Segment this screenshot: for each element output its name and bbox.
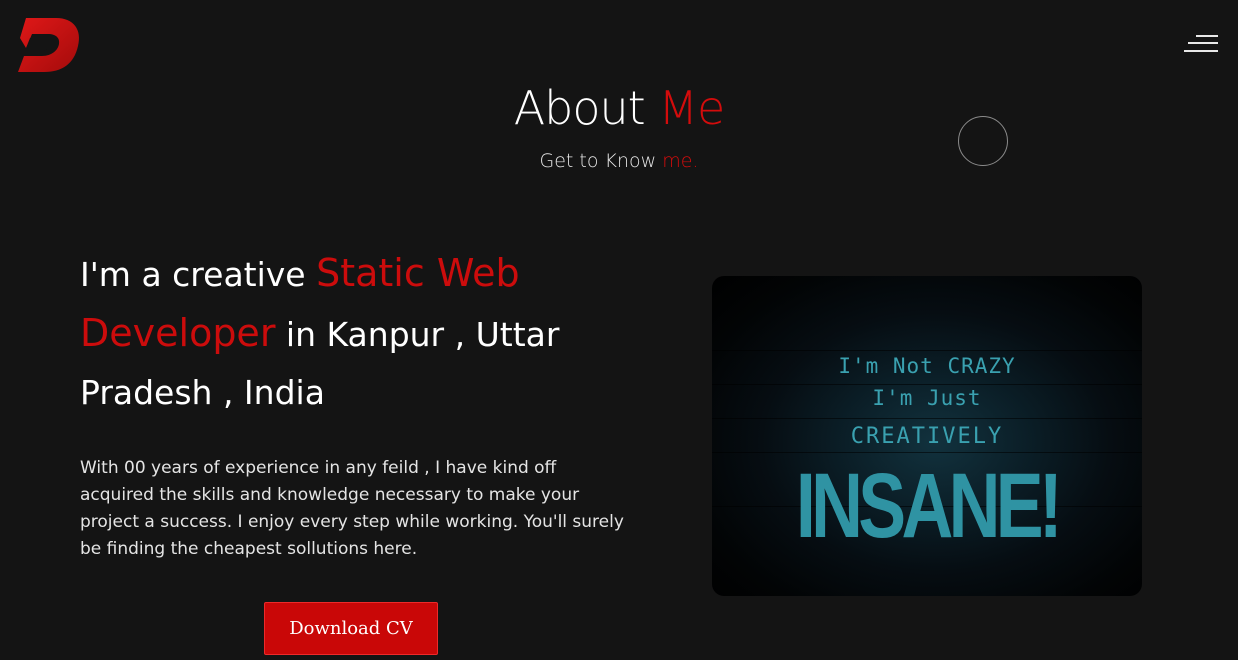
headline-text: I'm a creative xyxy=(80,255,317,294)
wood-plank xyxy=(712,350,1142,351)
site-logo[interactable] xyxy=(16,14,82,76)
intro-headline: I'm a creative Static Web Developer in K… xyxy=(80,244,640,422)
section-subtitle: Get to Know me. xyxy=(0,150,1238,172)
image-text-line1: I'm Not CRAZY xyxy=(838,354,1016,378)
about-header: About Me Get to Know me. xyxy=(0,80,1238,172)
cursor-ring xyxy=(958,116,1008,166)
wood-plank xyxy=(712,384,1142,385)
menu-button[interactable] xyxy=(1180,32,1220,58)
title-accent: Me xyxy=(658,81,725,135)
wood-plank xyxy=(712,418,1142,419)
image-text-line4: INSANE! xyxy=(795,455,1063,557)
title-text: About xyxy=(513,81,659,135)
download-cv-button[interactable]: Download CV xyxy=(264,602,438,655)
image-text-line3: CREATIVELY xyxy=(850,424,1004,449)
subtitle-accent: me. xyxy=(662,150,699,172)
wood-plank xyxy=(712,452,1142,453)
about-image: I'm Not CRAZY I'm Just CREATIVELY INSANE… xyxy=(712,276,1142,596)
hamburger-line xyxy=(1184,50,1218,52)
image-text-line2: I'm Just xyxy=(872,386,982,410)
logo-d-icon xyxy=(18,18,80,72)
hamburger-icon xyxy=(1196,35,1218,37)
hamburger-line xyxy=(1188,42,1218,44)
bio-paragraph: With 00 years of experience in any feild… xyxy=(80,458,624,559)
section-title: About Me xyxy=(0,80,1238,136)
subtitle-text: Get to Know xyxy=(539,150,663,172)
